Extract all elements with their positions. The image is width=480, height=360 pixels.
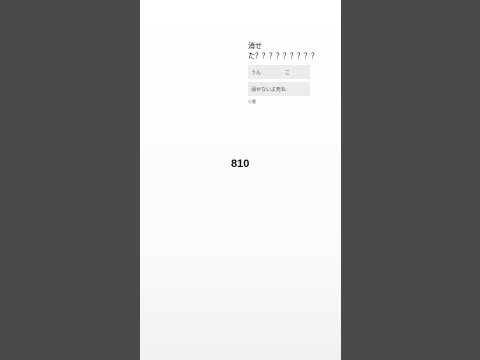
video-frame: 消せ た？？？？？？？？？ うん こ 消せないよ死ね 小書 810	[0, 0, 480, 360]
quiz-panel: 消せ た？？？？？？？？？ うん こ 消せないよ死ね 小書	[248, 41, 318, 105]
question-line-1: 消せ	[248, 42, 262, 50]
answer-option-a-suffix: こ	[284, 69, 290, 76]
phone-screen: 消せ た？？？？？？？？？ うん こ 消せないよ死ね 小書 810	[140, 0, 341, 360]
center-number: 810	[231, 158, 250, 170]
answer-option-b-label: 消せないよ死ね	[251, 86, 286, 93]
answer-option-a-label: うん	[251, 69, 262, 76]
answer-option-b[interactable]: 消せないよ死ね	[248, 82, 310, 96]
hint-text: 小書	[248, 99, 256, 104]
answer-option-a[interactable]: うん こ	[248, 65, 310, 79]
question-line-2: た？？？？？？？？？	[248, 52, 318, 60]
